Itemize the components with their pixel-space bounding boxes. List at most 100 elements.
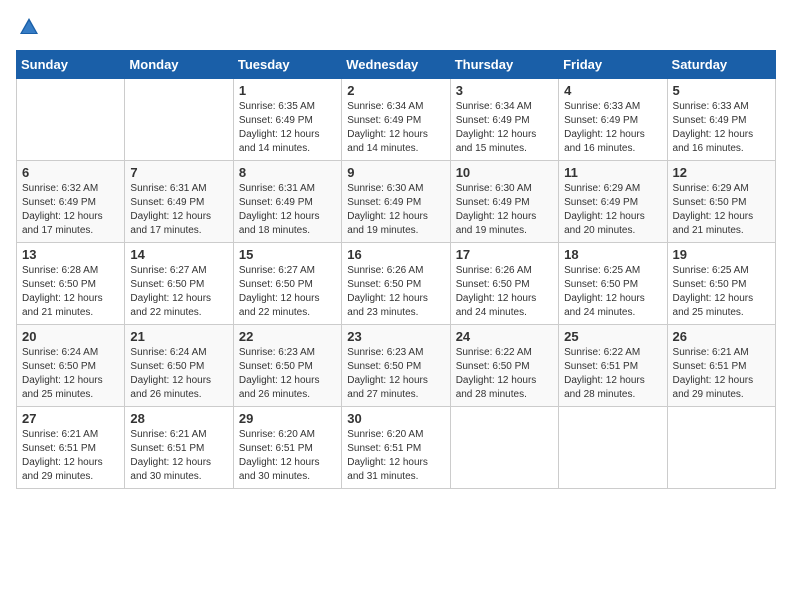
calendar-cell: 16 Sunrise: 6:26 AM Sunset: 6:50 PM Dayli…: [342, 243, 450, 325]
calendar-cell: [559, 407, 667, 489]
day-number: 20: [22, 329, 119, 344]
day-info: Sunrise: 6:26 AM Sunset: 6:50 PM Dayligh…: [456, 264, 553, 320]
calendar-cell: 9Sunrise: 6:30 AM Sunset: 6:49 PM Daylig…: [342, 161, 450, 243]
day-info: Sunrise: 6:23 AM Sunset: 6:50 PM Dayligh…: [347, 346, 444, 402]
weekday-header-thursday: Thursday: [450, 51, 558, 79]
calendar-cell: 1 Sunrise: 6:35 AM Sunset: 6:49 PM Daylig…: [233, 79, 341, 161]
calendar-cell: 15 Sunrise: 6:27 AM Sunset: 6:50 PM Dayli…: [233, 243, 341, 325]
day-number: 29: [239, 411, 336, 426]
day-info: Sunrise: 6:25 AM Sunset: 6:50 PM Dayligh…: [673, 264, 770, 320]
logo-icon: [18, 16, 40, 38]
day-info: Sunrise: 6:28 AM Sunset: 6:50 PM Dayligh…: [22, 264, 119, 320]
day-info: Sunrise: 6:35 AM Sunset: 6:49 PM Dayligh…: [239, 100, 336, 156]
day-number: 28: [130, 411, 227, 426]
calendar-week-row: 6Sunrise: 6:32 AM Sunset: 6:49 PM Daylig…: [17, 161, 776, 243]
day-info: Sunrise: 6:27 AM Sunset: 6:50 PM Dayligh…: [239, 264, 336, 320]
calendar-cell: [667, 407, 775, 489]
day-info: Sunrise: 6:31 AM Sunset: 6:49 PM Dayligh…: [239, 182, 336, 238]
day-info: Sunrise: 6:21 AM Sunset: 6:51 PM Dayligh…: [130, 428, 227, 484]
day-info: Sunrise: 6:33 AM Sunset: 6:49 PM Dayligh…: [673, 100, 770, 156]
calendar-cell: 14Sunrise: 6:27 AM Sunset: 6:50 PM Dayli…: [125, 243, 233, 325]
calendar-cell: 25Sunrise: 6:22 AM Sunset: 6:51 PM Dayli…: [559, 325, 667, 407]
calendar-cell: [17, 79, 125, 161]
day-number: 21: [130, 329, 227, 344]
weekday-header-row: SundayMondayTuesdayWednesdayThursdayFrid…: [17, 51, 776, 79]
day-number: 10: [456, 165, 553, 180]
day-number: 22: [239, 329, 336, 344]
day-number: 26: [673, 329, 770, 344]
day-number: 14: [130, 247, 227, 262]
day-number: 27: [22, 411, 119, 426]
calendar-cell: 22 Sunrise: 6:23 AM Sunset: 6:50 PM Dayli…: [233, 325, 341, 407]
calendar-cell: 23 Sunrise: 6:23 AM Sunset: 6:50 PM Dayli…: [342, 325, 450, 407]
calendar-cell: 21Sunrise: 6:24 AM Sunset: 6:50 PM Dayli…: [125, 325, 233, 407]
calendar-cell: 10 Sunrise: 6:30 AM Sunset: 6:49 PM Dayli…: [450, 161, 558, 243]
day-number: 13: [22, 247, 119, 262]
calendar-cell: 27 Sunrise: 6:21 AM Sunset: 6:51 PM Dayli…: [17, 407, 125, 489]
day-info: Sunrise: 6:24 AM Sunset: 6:50 PM Dayligh…: [22, 346, 119, 402]
weekday-header-saturday: Saturday: [667, 51, 775, 79]
day-info: Sunrise: 6:21 AM Sunset: 6:51 PM Dayligh…: [673, 346, 770, 402]
day-number: 17: [456, 247, 553, 262]
day-number: 3: [456, 83, 553, 98]
calendar-cell: 5 Sunrise: 6:33 AM Sunset: 6:49 PM Daylig…: [667, 79, 775, 161]
calendar-week-row: 1 Sunrise: 6:35 AM Sunset: 6:49 PM Daylig…: [17, 79, 776, 161]
weekday-header-tuesday: Tuesday: [233, 51, 341, 79]
day-number: 25: [564, 329, 661, 344]
calendar-cell: 11 Sunrise: 6:29 AM Sunset: 6:49 PM Dayli…: [559, 161, 667, 243]
day-number: 5: [673, 83, 770, 98]
calendar-cell: 3 Sunrise: 6:34 AM Sunset: 6:49 PM Daylig…: [450, 79, 558, 161]
day-info: Sunrise: 6:29 AM Sunset: 6:50 PM Dayligh…: [673, 182, 770, 238]
day-info: Sunrise: 6:23 AM Sunset: 6:50 PM Dayligh…: [239, 346, 336, 402]
calendar-cell: [450, 407, 558, 489]
day-number: 2: [347, 83, 444, 98]
calendar-cell: 12 Sunrise: 6:29 AM Sunset: 6:50 PM Dayli…: [667, 161, 775, 243]
day-number: 24: [456, 329, 553, 344]
day-info: Sunrise: 6:22 AM Sunset: 6:50 PM Dayligh…: [456, 346, 553, 402]
day-number: 7: [130, 165, 227, 180]
calendar-cell: 4Sunrise: 6:33 AM Sunset: 6:49 PM Daylig…: [559, 79, 667, 161]
day-info: Sunrise: 6:20 AM Sunset: 6:51 PM Dayligh…: [347, 428, 444, 484]
day-number: 23: [347, 329, 444, 344]
day-info: Sunrise: 6:26 AM Sunset: 6:50 PM Dayligh…: [347, 264, 444, 320]
calendar-cell: 7 Sunrise: 6:31 AM Sunset: 6:49 PM Daylig…: [125, 161, 233, 243]
day-number: 30: [347, 411, 444, 426]
day-number: 6: [22, 165, 119, 180]
day-number: 12: [673, 165, 770, 180]
day-info: Sunrise: 6:21 AM Sunset: 6:51 PM Dayligh…: [22, 428, 119, 484]
calendar-cell: 29 Sunrise: 6:20 AM Sunset: 6:51 PM Dayli…: [233, 407, 341, 489]
day-number: 9: [347, 165, 444, 180]
day-info: Sunrise: 6:29 AM Sunset: 6:49 PM Dayligh…: [564, 182, 661, 238]
calendar-cell: 17 Sunrise: 6:26 AM Sunset: 6:50 PM Dayli…: [450, 243, 558, 325]
calendar-week-row: 27 Sunrise: 6:21 AM Sunset: 6:51 PM Dayli…: [17, 407, 776, 489]
day-number: 15: [239, 247, 336, 262]
day-info: Sunrise: 6:34 AM Sunset: 6:49 PM Dayligh…: [347, 100, 444, 156]
day-info: Sunrise: 6:33 AM Sunset: 6:49 PM Dayligh…: [564, 100, 661, 156]
day-number: 16: [347, 247, 444, 262]
weekday-header-monday: Monday: [125, 51, 233, 79]
calendar-cell: 13 Sunrise: 6:28 AM Sunset: 6:50 PM Dayli…: [17, 243, 125, 325]
day-number: 8: [239, 165, 336, 180]
calendar-week-row: 20 Sunrise: 6:24 AM Sunset: 6:50 PM Dayli…: [17, 325, 776, 407]
day-info: Sunrise: 6:31 AM Sunset: 6:49 PM Dayligh…: [130, 182, 227, 238]
calendar-cell: 26 Sunrise: 6:21 AM Sunset: 6:51 PM Dayli…: [667, 325, 775, 407]
logo: [16, 16, 42, 38]
calendar-cell: 2 Sunrise: 6:34 AM Sunset: 6:49 PM Daylig…: [342, 79, 450, 161]
day-number: 11: [564, 165, 661, 180]
day-number: 1: [239, 83, 336, 98]
calendar-cell: [125, 79, 233, 161]
day-info: Sunrise: 6:25 AM Sunset: 6:50 PM Dayligh…: [564, 264, 661, 320]
weekday-header-wednesday: Wednesday: [342, 51, 450, 79]
page-header: [16, 16, 776, 38]
day-number: 19: [673, 247, 770, 262]
day-number: 18: [564, 247, 661, 262]
weekday-header-sunday: Sunday: [17, 51, 125, 79]
day-info: Sunrise: 6:34 AM Sunset: 6:49 PM Dayligh…: [456, 100, 553, 156]
calendar-cell: 18 Sunrise: 6:25 AM Sunset: 6:50 PM Dayli…: [559, 243, 667, 325]
weekday-header-friday: Friday: [559, 51, 667, 79]
calendar-week-row: 13 Sunrise: 6:28 AM Sunset: 6:50 PM Dayli…: [17, 243, 776, 325]
calendar-table: SundayMondayTuesdayWednesdayThursdayFrid…: [16, 50, 776, 489]
calendar-cell: 6Sunrise: 6:32 AM Sunset: 6:49 PM Daylig…: [17, 161, 125, 243]
day-info: Sunrise: 6:20 AM Sunset: 6:51 PM Dayligh…: [239, 428, 336, 484]
day-info: Sunrise: 6:30 AM Sunset: 6:49 PM Dayligh…: [456, 182, 553, 238]
